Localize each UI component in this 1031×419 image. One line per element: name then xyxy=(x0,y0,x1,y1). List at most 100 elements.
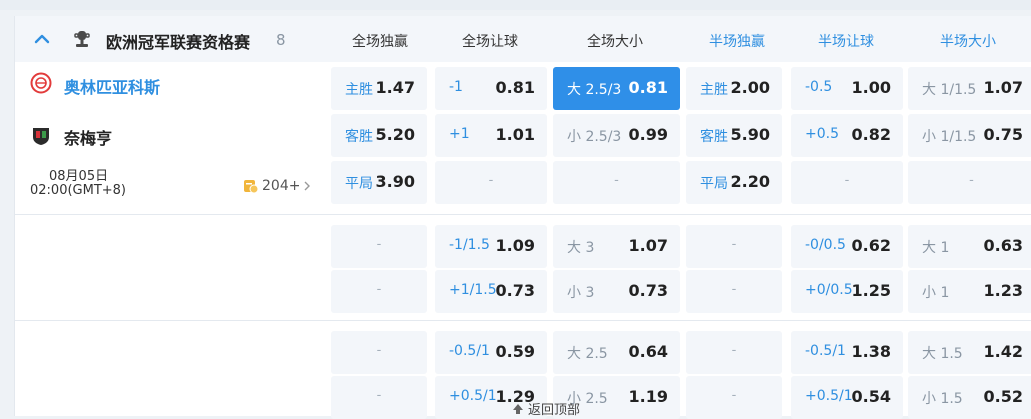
odds-value: 0.73 xyxy=(495,281,535,300)
odds-cell: - xyxy=(791,161,903,204)
odds-cell[interactable]: -0/0.5 0.62 xyxy=(791,225,903,268)
odds-cell[interactable]: -0.5/1 1.38 xyxy=(791,331,903,374)
odds-value: 0.59 xyxy=(495,342,535,361)
column-header: 全场大小 xyxy=(587,34,643,50)
odds-cell[interactable]: +0/0.5 1.25 xyxy=(791,270,903,313)
odds-value: 0.82 xyxy=(851,125,891,144)
odds-cell[interactable]: 小 2.5/3 0.99 xyxy=(553,114,680,157)
column-header: 全场让球 xyxy=(462,34,518,50)
odds-line-label: 小 1/1.5 xyxy=(922,129,977,145)
odds-cell[interactable]: 主胜 2.00 xyxy=(686,67,782,110)
chevron-up-icon[interactable] xyxy=(33,30,51,48)
league-header[interactable]: 欧洲冠军联赛资格赛 8 全场独赢 全场让球 全场大小 半场独赢 半场让球 半场大… xyxy=(15,16,1031,62)
odds-line-label: 大 2.5 xyxy=(567,346,608,362)
empty-odds-dash: - xyxy=(376,388,382,403)
odds-line-label: +0.5 xyxy=(805,126,839,142)
column-header: 半场让球 xyxy=(818,34,874,50)
odds-value: 0.81 xyxy=(495,78,535,97)
odds-cell[interactable]: 小 3 0.73 xyxy=(553,270,680,313)
odds-value: 0.63 xyxy=(983,236,1023,255)
odds-line-label: 主胜 xyxy=(345,82,373,98)
odds-value: 0.99 xyxy=(628,125,668,144)
odds-cell[interactable]: 小 1 1.23 xyxy=(908,270,1031,313)
column-header: 半场大小 xyxy=(940,34,996,50)
odds-line-label: 小 1.5 xyxy=(922,391,963,407)
odds-cell[interactable]: 大 1/1.5 1.07 xyxy=(908,67,1031,110)
chevron-right-icon xyxy=(304,181,311,191)
odds-cell[interactable]: +0.5 0.82 xyxy=(791,114,903,157)
odds-value: 1.47 xyxy=(375,78,415,97)
empty-odds-dash: - xyxy=(731,237,737,252)
empty-odds-dash: - xyxy=(731,282,737,297)
odds-cell[interactable]: -1/1.5 1.09 xyxy=(435,225,547,268)
odds-cell[interactable]: 平局 2.20 xyxy=(686,161,782,204)
odds-line-label: 客胜 xyxy=(700,129,728,145)
odds-cell[interactable]: 小 1/1.5 0.75 xyxy=(908,114,1031,157)
home-team-name[interactable]: 奥林匹亚科斯 xyxy=(64,74,160,98)
odds-cell: - xyxy=(908,161,1031,204)
odds-cell[interactable]: -0.5 1.00 xyxy=(791,67,903,110)
odds-line-label: -0/0.5 xyxy=(805,237,846,253)
odds-cell[interactable]: 平局 3.90 xyxy=(331,161,427,204)
odds-line-label: -1/1.5 xyxy=(449,237,490,253)
odds-value: 0.81 xyxy=(628,78,668,97)
league-card: 欧洲冠军联赛资格赛 8 全场独赢 全场让球 全场大小 半场独赢 半场让球 半场大… xyxy=(14,16,1031,419)
odds-value: 2.00 xyxy=(730,78,770,97)
top-strip xyxy=(0,0,1031,10)
odds-line-label: +1 xyxy=(449,126,470,142)
odds-cell: - xyxy=(331,225,427,268)
odds-cell[interactable]: +1/1.5 0.73 xyxy=(435,270,547,313)
odds-cell[interactable]: 大 1 0.63 xyxy=(908,225,1031,268)
odds-cell[interactable]: -1 0.81 xyxy=(435,67,547,110)
odds-value: 0.73 xyxy=(628,281,668,300)
odds-cell: - xyxy=(686,225,782,268)
odds-line-label: -1 xyxy=(449,79,463,95)
odds-value: 1.07 xyxy=(628,236,668,255)
odds-line-label: 小 2.5/3 xyxy=(567,129,622,145)
odds-line-label: 平局 xyxy=(700,176,728,192)
odds-line-label: 小 1 xyxy=(922,285,950,301)
empty-odds-dash: - xyxy=(731,388,737,403)
odds-value: 1.38 xyxy=(851,342,891,361)
empty-odds-dash: - xyxy=(969,173,974,188)
odds-line-label: 大 1/1.5 xyxy=(922,82,977,98)
odds-value: 1.07 xyxy=(983,78,1023,97)
league-match-count: 8 xyxy=(276,31,286,49)
odds-cell[interactable]: +1 1.01 xyxy=(435,114,547,157)
odds-value: 1.19 xyxy=(628,387,668,406)
odds-cell: - xyxy=(686,270,782,313)
trophy-icon xyxy=(74,31,90,47)
odds-value: 0.62 xyxy=(851,236,891,255)
odds-value: 0.75 xyxy=(983,125,1023,144)
column-header: 全场独赢 xyxy=(352,34,408,50)
odds-value: 1.01 xyxy=(495,125,535,144)
odds-cell: - xyxy=(435,161,547,204)
odds-line-label: 大 2.5/3 xyxy=(567,82,622,98)
odds-value: 2.20 xyxy=(730,172,770,191)
odds-cell[interactable]: 客胜 5.20 xyxy=(331,114,427,157)
odds-cell[interactable]: 客胜 5.90 xyxy=(686,114,782,157)
more-markets-count: 204+ xyxy=(262,178,301,194)
match-time: 02:00(GMT+8) xyxy=(30,183,127,198)
odds-cell[interactable]: 主胜 1.47 xyxy=(331,67,427,110)
odds-cell[interactable]: 大 2.5/3 0.81 xyxy=(553,67,680,110)
odds-cell[interactable]: 大 1.5 1.42 xyxy=(908,331,1031,374)
odds-value: 5.90 xyxy=(730,125,770,144)
odds-value: 5.20 xyxy=(375,125,415,144)
odds-cell: - xyxy=(553,161,680,204)
empty-odds-dash: - xyxy=(614,173,619,188)
odds-cell[interactable]: 大 3 1.07 xyxy=(553,225,680,268)
odds-cell[interactable]: -0.5/1 0.59 xyxy=(435,331,547,374)
away-team-name[interactable]: 奈梅亨 xyxy=(64,125,112,149)
match-date: 08月05日 xyxy=(49,169,109,184)
odds-cell[interactable]: 大 2.5 0.64 xyxy=(553,331,680,374)
coins-icon xyxy=(244,180,259,194)
odds-line-label: +0.5/1 xyxy=(805,388,853,404)
odds-value: 1.23 xyxy=(983,281,1023,300)
column-header: 半场独赢 xyxy=(709,34,765,50)
odds-cell: - xyxy=(331,331,427,374)
back-to-top-button[interactable]: 返回顶部 xyxy=(512,399,580,418)
empty-odds-dash: - xyxy=(376,282,382,297)
odds-value: 0.52 xyxy=(983,387,1023,406)
more-markets-button[interactable]: 204+ xyxy=(243,178,311,194)
